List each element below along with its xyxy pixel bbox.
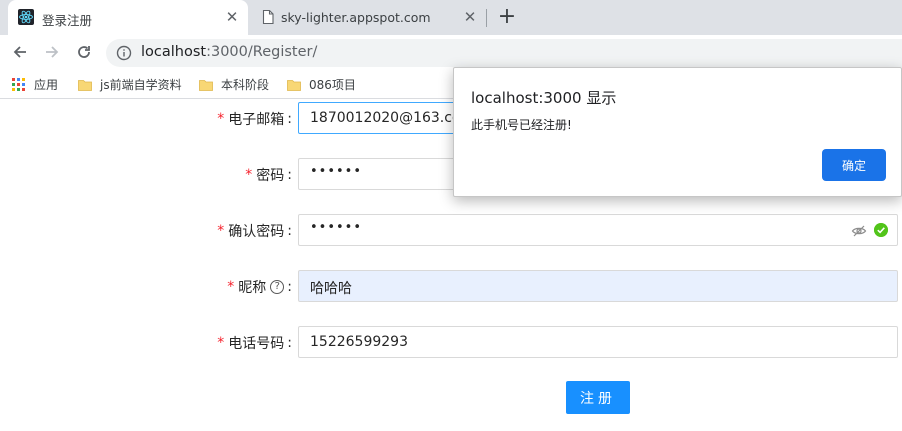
tab-title: 登录注册 [42, 13, 93, 28]
register-button[interactable]: 注册 [566, 381, 630, 414]
info-icon[interactable] [116, 45, 132, 61]
label-colon: : [287, 223, 292, 239]
nickname-row: * 昵称 ? : 哈哈哈 [0, 270, 902, 302]
reload-icon [78, 46, 90, 58]
required-mark: * [217, 223, 225, 239]
label-text: 电话号码 [228, 336, 285, 352]
forward-button[interactable] [40, 41, 64, 63]
check-circle-icon [874, 223, 888, 237]
folder-icon [199, 79, 213, 91]
bookmark-apps[interactable]: 应用 [12, 76, 58, 93]
required-mark: * [245, 167, 253, 183]
required-mark: * [217, 335, 225, 351]
label-colon: : [287, 335, 292, 351]
url-host: localhost [141, 44, 207, 60]
url-path: :3000/Register/ [206, 44, 318, 60]
bookmark-086-project[interactable]: 086项目 [287, 76, 356, 93]
label-text: 密码 [256, 168, 285, 184]
label-text: 昵称 [238, 280, 267, 296]
nickname-label: * 昵称 ? : [227, 277, 292, 297]
apps-icon [12, 78, 25, 91]
bookmark-js-notes[interactable]: js前端自学资料 [78, 76, 182, 93]
question-circle-icon[interactable]: ? [270, 280, 285, 294]
forward-arrow-icon [46, 46, 59, 58]
bookmark-label: 086项目 [309, 78, 356, 92]
confirm-password-label: * 确认密码 : [217, 221, 292, 241]
react-icon [18, 9, 34, 25]
required-mark: * [217, 111, 225, 127]
label-text: 确认密码 [228, 224, 285, 240]
confirm-password-row: * 确认密码 : •••••• [0, 214, 902, 246]
address-bar[interactable]: localhost:3000/Register/ [106, 39, 902, 67]
tab-register[interactable]: 登录注册 ✕ [8, 0, 248, 35]
bookmark-label: 应用 [34, 78, 59, 92]
label-colon: : [287, 167, 292, 183]
nickname-value: 哈哈哈 [310, 281, 352, 297]
email-label: * 电子邮箱 : [217, 109, 292, 129]
back-arrow-icon [13, 46, 26, 58]
page-icon [262, 9, 274, 25]
bookmark-label: 本科阶段 [221, 78, 270, 92]
tab-sky-lighter[interactable]: sky-lighter.appspot.com ✕ [250, 0, 486, 35]
eye-invisible-icon[interactable] [851, 223, 867, 239]
phone-label: * 电话号码 : [217, 333, 292, 353]
dialog-message: 此手机号已经注册! [471, 118, 572, 132]
close-icon[interactable]: ✕ [462, 9, 478, 25]
email-value: 1870012020@163.com [310, 110, 475, 126]
close-icon[interactable]: ✕ [224, 9, 240, 25]
tab-strip: 登录注册 ✕ sky-lighter.appspot.com ✕ + [0, 0, 902, 35]
label-colon: : [287, 279, 292, 295]
reload-button[interactable] [72, 41, 96, 63]
tab-title: sky-lighter.appspot.com [281, 10, 431, 25]
folder-icon [78, 79, 92, 91]
label-text: 电子邮箱 [228, 112, 285, 128]
password-label: * 密码 : [245, 165, 292, 185]
back-button[interactable] [8, 41, 32, 63]
nickname-field[interactable]: 哈哈哈 [298, 270, 898, 302]
alert-dialog: localhost:3000 显示 此手机号已经注册! 确定 [453, 67, 902, 197]
browser-toolbar: localhost:3000/Register/ [0, 35, 902, 69]
phone-field[interactable]: 15226599293 [298, 326, 898, 358]
bookmark-label: js前端自学资料 [100, 78, 182, 92]
dialog-title: localhost:3000 显示 [471, 89, 617, 107]
required-mark: * [227, 279, 235, 295]
bookmark-undergrad[interactable]: 本科阶段 [199, 76, 269, 93]
url-text: localhost:3000/Register/ [141, 44, 317, 60]
tab-divider [486, 9, 487, 27]
folder-icon [287, 79, 301, 91]
phone-row: * 电话号码 : 15226599293 [0, 326, 902, 358]
phone-value: 15226599293 [310, 334, 408, 350]
new-tab-button[interactable]: + [495, 6, 519, 30]
dialog-ok-button[interactable]: 确定 [822, 149, 886, 181]
confirm-password-field[interactable]: •••••• [298, 214, 898, 246]
password-value: •••••• [310, 164, 363, 179]
label-colon: : [287, 111, 292, 127]
confirm-password-value: •••••• [310, 220, 363, 235]
